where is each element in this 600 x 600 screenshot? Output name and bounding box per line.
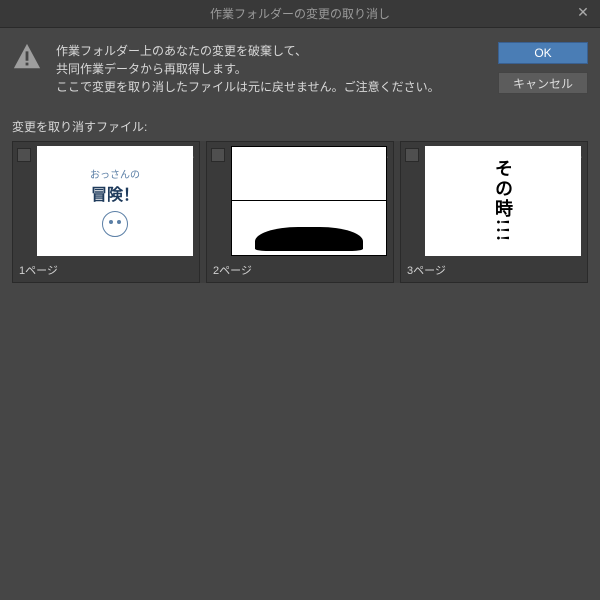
file-item[interactable]: 2ページ (206, 141, 394, 283)
manga-panel-bottom (232, 201, 386, 255)
warning-icon (12, 42, 46, 72)
thumbnail: おっさんの 冒険！ (37, 146, 193, 256)
thumb-text: その時!!! (490, 159, 516, 243)
dialog-title: 作業フォルダーの変更の取り消し (210, 5, 390, 22)
file-checkbox[interactable] (405, 148, 419, 162)
file-item[interactable]: おっさんの 冒険！ 1ページ (12, 141, 200, 283)
thumb-text-large: 冒険！ (90, 181, 140, 205)
message-line-2: 共同作業データから再取得します。 (56, 60, 488, 78)
thumbnail (231, 146, 387, 256)
warning-message: 作業フォルダー上のあなたの変更を破棄して、 共同作業データから再取得します。 こ… (56, 42, 488, 96)
message-line-3: ここで変更を取り消したファイルは元に戻せません。ご注意ください。 (56, 78, 488, 96)
file-item[interactable]: その時!!! 3ページ (400, 141, 588, 283)
dialog-content: 作業フォルダー上のあなたの変更を破棄して、 共同作業データから再取得します。 こ… (0, 28, 600, 600)
page-label: 3ページ (405, 262, 583, 278)
thumb-text-small: おっさんの (90, 166, 140, 181)
ok-button[interactable]: OK (498, 42, 588, 64)
files-section-label: 変更を取り消すファイル: (12, 118, 588, 135)
button-column: OK キャンセル (498, 42, 588, 94)
close-icon[interactable]: ✕ (574, 4, 592, 21)
page-label: 1ページ (17, 262, 195, 278)
page-label: 2ページ (211, 262, 389, 278)
thumbnail: その時!!! (425, 146, 581, 256)
message-line-1: 作業フォルダー上のあなたの変更を破棄して、 (56, 42, 488, 60)
file-checkbox[interactable] (17, 148, 31, 162)
dialog-titlebar: 作業フォルダーの変更の取り消し ✕ (0, 0, 600, 28)
header-row: 作業フォルダー上のあなたの変更を破棄して、 共同作業データから再取得します。 こ… (12, 42, 588, 96)
file-grid: おっさんの 冒険！ 1ページ (12, 141, 588, 283)
cancel-button[interactable]: キャンセル (498, 72, 588, 94)
manga-panel-top (232, 147, 386, 201)
file-checkbox[interactable] (211, 148, 225, 162)
